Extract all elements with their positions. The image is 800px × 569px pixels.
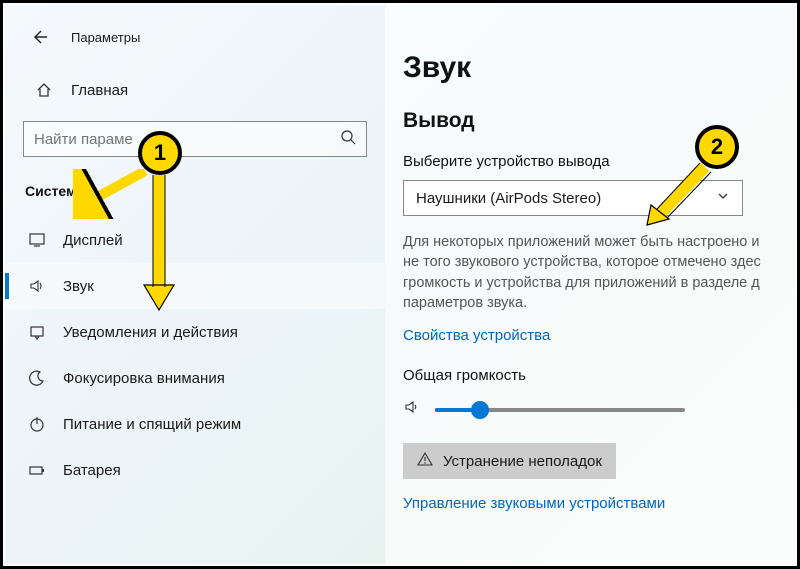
nav-label: Питание и спящий режим bbox=[63, 416, 241, 433]
nav-label: Батарея bbox=[63, 462, 121, 479]
sidebar-item-sound[interactable]: Звук bbox=[5, 263, 385, 309]
volume-label: Общая громкость bbox=[403, 367, 795, 384]
troubleshoot-label: Устранение неполадок bbox=[443, 453, 602, 470]
power-icon bbox=[27, 415, 47, 433]
nav-label: Звук bbox=[63, 278, 94, 295]
sidebar-item-notifications[interactable]: Уведомления и действия bbox=[5, 309, 385, 355]
search-icon bbox=[340, 129, 356, 150]
app-title: Параметры bbox=[71, 30, 140, 45]
manage-devices-link[interactable]: Управление звуковыми устройствами bbox=[403, 495, 665, 512]
device-properties-link[interactable]: Свойства устройства bbox=[403, 327, 550, 344]
display-icon bbox=[27, 231, 47, 249]
window-body: Параметры Главная Система Дисплей Звук У… bbox=[5, 5, 795, 564]
output-device-dropdown[interactable]: Наушники (AirPods Stereo) bbox=[403, 180, 743, 216]
chevron-down-icon bbox=[716, 189, 730, 208]
sidebar-item-power[interactable]: Питание и спящий режим bbox=[5, 401, 385, 447]
slider-thumb[interactable] bbox=[471, 401, 489, 419]
home-icon bbox=[35, 81, 53, 99]
search-box[interactable] bbox=[23, 121, 367, 157]
content-area: Звук Вывод Выберите устройство вывода На… bbox=[385, 5, 795, 564]
warning-icon bbox=[417, 451, 433, 472]
output-device-label: Выберите устройство вывода bbox=[403, 153, 795, 170]
titlebar: Параметры bbox=[5, 13, 385, 67]
back-arrow-icon bbox=[29, 27, 49, 47]
volume-slider[interactable] bbox=[435, 408, 685, 412]
page-title: Звук bbox=[403, 51, 795, 85]
sidebar-item-display[interactable]: Дисплей bbox=[5, 217, 385, 263]
output-description: Для некоторых приложений может быть наст… bbox=[403, 232, 795, 313]
home-label: Главная bbox=[71, 82, 128, 99]
settings-window: Параметры Главная Система Дисплей Звук У… bbox=[0, 0, 800, 569]
output-section-title: Вывод bbox=[403, 109, 795, 133]
troubleshoot-button[interactable]: Устранение неполадок bbox=[403, 443, 616, 479]
dropdown-value: Наушники (AirPods Stereo) bbox=[416, 190, 716, 207]
sidebar-home[interactable]: Главная bbox=[5, 67, 385, 117]
sidebar-item-battery[interactable]: Батарея bbox=[5, 447, 385, 493]
sidebar-section-title: Система bbox=[5, 175, 385, 217]
moon-icon bbox=[27, 369, 47, 387]
notification-icon bbox=[27, 323, 47, 341]
battery-icon bbox=[27, 461, 47, 479]
nav-label: Дисплей bbox=[63, 232, 123, 249]
back-button[interactable] bbox=[25, 23, 53, 51]
nav-label: Уведомления и действия bbox=[63, 324, 238, 341]
sidebar: Параметры Главная Система Дисплей Звук У… bbox=[5, 5, 385, 564]
volume-row bbox=[403, 398, 795, 421]
search-input[interactable] bbox=[34, 131, 340, 148]
speaker-icon bbox=[403, 398, 421, 421]
sidebar-item-focus[interactable]: Фокусировка внимания bbox=[5, 355, 385, 401]
sound-icon bbox=[27, 277, 47, 295]
nav-label: Фокусировка внимания bbox=[63, 370, 225, 387]
